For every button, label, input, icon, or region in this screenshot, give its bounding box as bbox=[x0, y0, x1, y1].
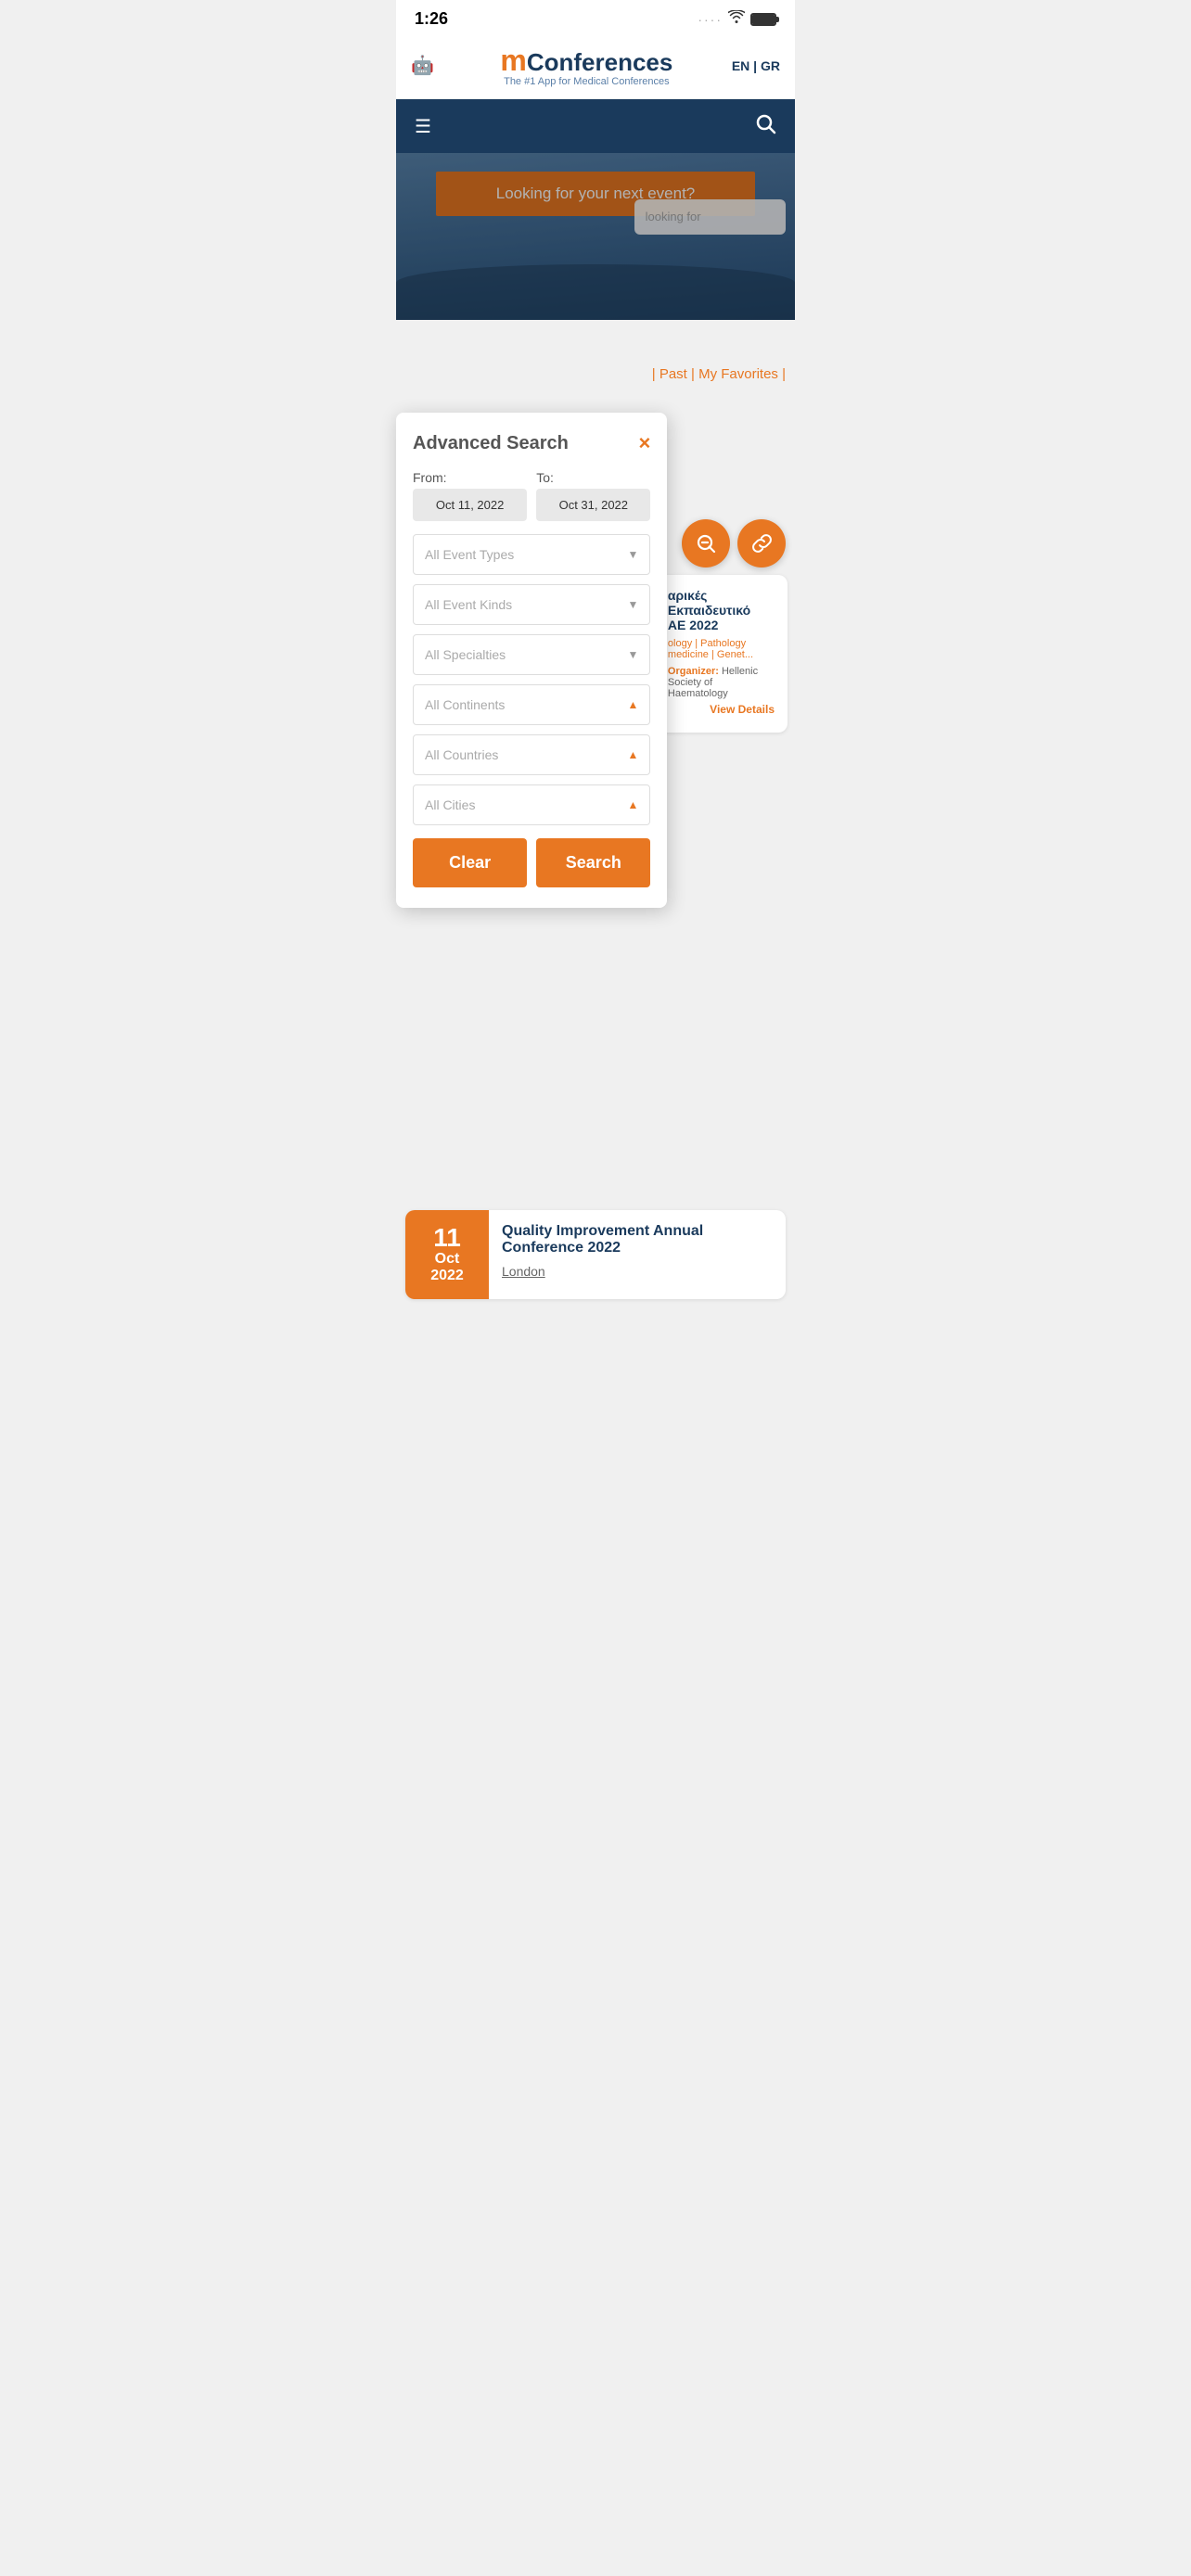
advanced-search-modal: Advanced Search × From: Oct 11, 2022 To:… bbox=[396, 413, 667, 908]
event-card-quality: 11 Oct 2022 Quality Improvement Annual C… bbox=[405, 1210, 786, 1299]
link-icon[interactable] bbox=[737, 519, 786, 567]
modal-buttons-row: Clear Search bbox=[413, 838, 650, 887]
to-label: To: bbox=[536, 470, 650, 485]
cities-dropdown[interactable]: All Cities ▲ bbox=[413, 784, 650, 825]
haematology-tags: ology | Pathologymedicine | Genet... bbox=[668, 638, 775, 660]
zoom-out-icon[interactable] bbox=[682, 519, 730, 567]
chevron-down-icon: ▼ bbox=[628, 548, 639, 561]
events-section: 11 Oct 2022 Quality Improvement Annual C… bbox=[396, 1210, 795, 1299]
modal-title: Advanced Search bbox=[413, 433, 569, 454]
event-month: Oct bbox=[435, 1251, 460, 1268]
view-details-link[interactable]: View Details bbox=[668, 699, 775, 720]
logo-area: mConferences The #1 App for Medical Conf… bbox=[500, 44, 672, 87]
modal-header: Advanced Search × bbox=[413, 431, 650, 455]
chevron-down-icon: ▼ bbox=[628, 648, 639, 661]
countries-dropdown[interactable]: All Countries ▲ bbox=[413, 734, 650, 775]
chevron-up-icon: ▲ bbox=[628, 748, 639, 761]
status-icons: ···· bbox=[698, 10, 776, 28]
event-content: Quality Improvement Annual Conference 20… bbox=[489, 1210, 786, 1299]
tabs-partial: | Past | My Favorites | bbox=[652, 366, 786, 382]
logo-tagline: The #1 App for Medical Conferences bbox=[504, 76, 670, 87]
wifi-icon bbox=[728, 10, 745, 28]
search-nav-icon[interactable] bbox=[754, 112, 776, 140]
event-types-label: All Event Types bbox=[425, 547, 514, 562]
event-day: 11 bbox=[433, 1225, 461, 1251]
event-date-badge: 11 Oct 2022 bbox=[405, 1210, 489, 1299]
organizer-row: Organizer: Hellenic Society of Haematolo… bbox=[668, 666, 775, 699]
cities-label: All Cities bbox=[425, 797, 475, 812]
battery-icon bbox=[750, 13, 776, 26]
status-bar: 1:26 ···· bbox=[396, 0, 795, 34]
logo-m: m bbox=[500, 44, 526, 78]
continents-dropdown[interactable]: All Continents ▲ bbox=[413, 684, 650, 725]
android-icon: 🤖 bbox=[411, 54, 434, 77]
action-icons bbox=[682, 519, 786, 567]
app-header: 🤖 mConferences The #1 App for Medical Co… bbox=[396, 34, 795, 99]
logo-rest: Conferences bbox=[527, 48, 673, 77]
status-time: 1:26 bbox=[415, 9, 448, 29]
modal-close-button[interactable]: × bbox=[639, 431, 651, 455]
haematology-event-partial: αρικέςΕκπαιδευτικόΑΕ 2022 ology | Pathol… bbox=[647, 575, 795, 733]
from-date-input[interactable]: Oct 11, 2022 bbox=[413, 489, 527, 521]
from-label: From: bbox=[413, 470, 527, 485]
organizer-label: Organizer: bbox=[668, 666, 719, 677]
event-kinds-label: All Event Kinds bbox=[425, 597, 512, 612]
to-date-input[interactable]: Oct 31, 2022 bbox=[536, 489, 650, 521]
haematology-card: αρικέςΕκπαιδευτικόΑΕ 2022 ology | Pathol… bbox=[655, 575, 788, 733]
date-range-row: From: Oct 11, 2022 To: Oct 31, 2022 bbox=[413, 470, 650, 521]
event-title: Quality Improvement Annual Conference 20… bbox=[502, 1223, 773, 1256]
language-switcher[interactable]: EN | GR bbox=[732, 58, 780, 73]
hamburger-icon[interactable]: ☰ bbox=[415, 115, 431, 138]
event-location: London bbox=[502, 1264, 773, 1279]
nav-bar: ☰ bbox=[396, 99, 795, 153]
chevron-up-icon: ▲ bbox=[628, 698, 639, 711]
modal-overlay bbox=[396, 153, 795, 320]
to-date-group: To: Oct 31, 2022 bbox=[536, 470, 650, 521]
signal-icon: ···· bbox=[698, 12, 723, 27]
chevron-down-icon: ▼ bbox=[628, 598, 639, 611]
lang-en[interactable]: EN bbox=[732, 58, 749, 73]
clear-button[interactable]: Clear bbox=[413, 838, 527, 887]
search-button[interactable]: Search bbox=[536, 838, 650, 887]
specialties-label: All Specialties bbox=[425, 647, 506, 662]
event-card-row: 11 Oct 2022 Quality Improvement Annual C… bbox=[405, 1210, 786, 1299]
lang-separator: | bbox=[749, 58, 761, 73]
specialties-dropdown[interactable]: All Specialties ▼ bbox=[413, 634, 650, 675]
continents-label: All Continents bbox=[425, 697, 505, 712]
from-date-group: From: Oct 11, 2022 bbox=[413, 470, 527, 521]
platform-icons: 🤖 bbox=[411, 54, 442, 77]
event-kinds-dropdown[interactable]: All Event Kinds ▼ bbox=[413, 584, 650, 625]
chevron-up-icon: ▲ bbox=[628, 798, 639, 811]
event-types-dropdown[interactable]: All Event Types ▼ bbox=[413, 534, 650, 575]
countries-label: All Countries bbox=[425, 747, 498, 762]
app-logo: mConferences bbox=[500, 44, 672, 78]
past-tab[interactable]: | Past | My Favorites | bbox=[652, 366, 786, 382]
top-section: Looking for your next event? looking for… bbox=[396, 153, 795, 320]
haematology-title: αρικέςΕκπαιδευτικόΑΕ 2022 bbox=[668, 588, 775, 632]
event-year: 2022 bbox=[430, 1268, 464, 1284]
lang-gr[interactable]: GR bbox=[761, 58, 780, 73]
